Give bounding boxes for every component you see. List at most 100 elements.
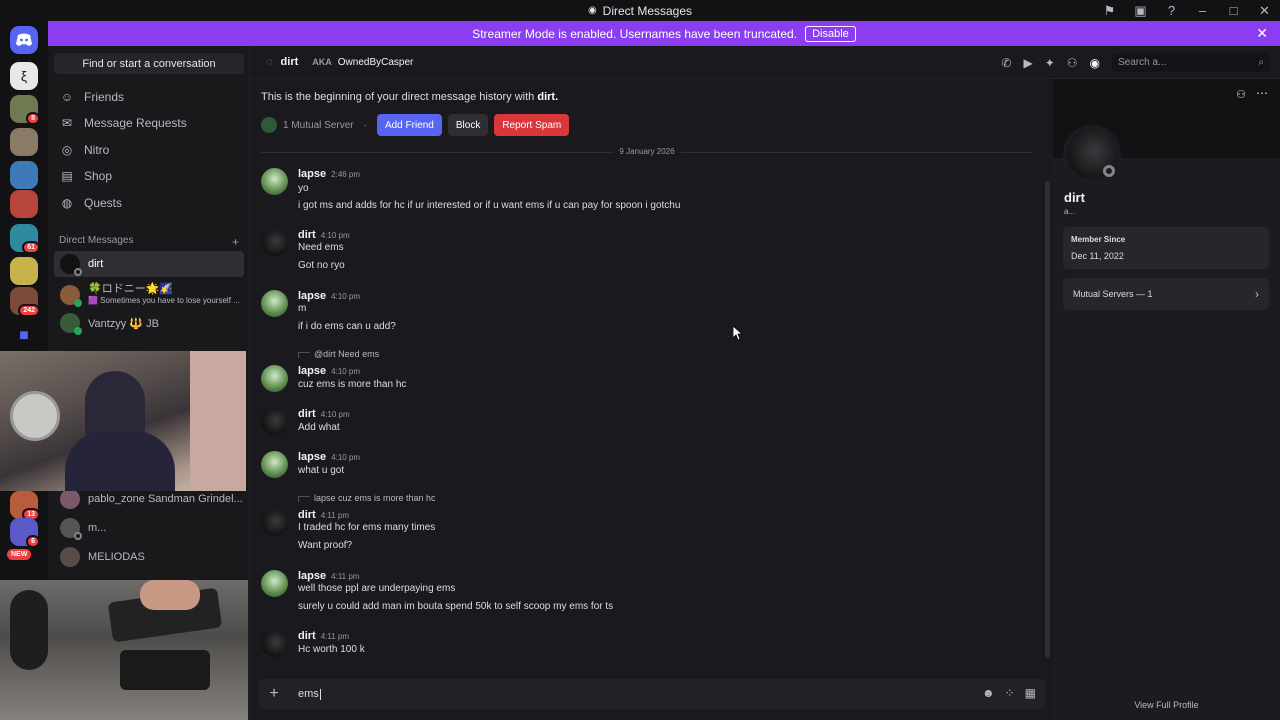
message-author[interactable]: lapse — [298, 451, 326, 463]
dm-item[interactable]: Vantzyy 🔱 JB — [54, 310, 244, 336]
avatar — [60, 489, 80, 509]
server-icon[interactable] — [10, 257, 38, 285]
close-window-button[interactable]: ✕ — [1249, 3, 1280, 19]
avatar[interactable] — [261, 168, 288, 195]
avatar — [60, 547, 80, 567]
mention-badge: 6 — [26, 535, 40, 548]
message-author[interactable]: lapse — [298, 365, 326, 377]
nav-item-quests[interactable]: ◍ Quests — [54, 190, 244, 216]
folder-icon[interactable]: ■ — [10, 322, 38, 350]
nav-label: Message Requests — [84, 116, 187, 130]
server-icon[interactable] — [10, 190, 38, 218]
message-content: Add what — [298, 422, 340, 433]
mail-icon: ✉ — [61, 116, 73, 130]
server-icon[interactable] — [10, 128, 38, 156]
dm-item[interactable]: 🍀ロドニー🌟🌠 🟪 Sometimes you have to lose you… — [54, 281, 244, 309]
message-input[interactable]: ems — [298, 688, 321, 700]
more-options-icon[interactable]: ⋯ — [1256, 86, 1268, 100]
video-call-icon[interactable]: ▶ — [1023, 56, 1032, 70]
mutual-server-icon — [261, 117, 277, 133]
mutual-server-count[interactable]: 1 Mutual Server — [283, 120, 354, 131]
reply-reference[interactable]: lapse cuz ems is more than hc — [298, 493, 436, 503]
message-content: Got no ryo — [298, 260, 345, 271]
emoji-icon[interactable]: ☻ — [982, 686, 995, 700]
server-icon[interactable]: 8 — [10, 95, 40, 125]
avatar[interactable] — [261, 509, 288, 536]
dm-name: MELIODAS — [88, 551, 145, 563]
server-icon[interactable]: 13 — [10, 491, 40, 521]
dm-item-dirt[interactable]: dirt — [54, 251, 244, 277]
intro-actions: 1 Mutual Server · Add Friend Block Repor… — [261, 114, 570, 136]
user-profile-icon[interactable]: ◉ — [1090, 56, 1100, 70]
profile-avatar[interactable] — [1063, 125, 1121, 183]
block-button[interactable]: Block — [447, 114, 489, 136]
date-divider: 9 January 2026 — [261, 147, 1033, 156]
message-content: yo — [298, 183, 309, 194]
server-icon[interactable]: 61 — [10, 224, 40, 254]
message-content: Want proof? — [298, 540, 353, 551]
server-icon[interactable]: 6 — [10, 518, 40, 548]
add-friends-to-dm-icon[interactable]: ⚇ — [1067, 56, 1078, 70]
close-icon[interactable]: ✕ — [1256, 25, 1268, 42]
reply-reference[interactable]: @dirt Need ems — [298, 349, 379, 359]
avatar[interactable] — [261, 630, 288, 657]
dm-item[interactable]: MELIODAS — [54, 544, 244, 570]
search-input[interactable]: Search a... ⌕ — [1112, 53, 1270, 72]
nav-item-message-requests[interactable]: ✉ Message Requests — [54, 110, 244, 136]
help-icon[interactable]: ? — [1156, 3, 1187, 18]
view-full-profile-link[interactable]: View Full Profile — [1053, 700, 1280, 710]
apps-icon[interactable]: ⁘ — [1005, 686, 1015, 700]
message-timestamp: 4:11 pm — [320, 511, 350, 520]
dm-item[interactable]: m... — [54, 515, 244, 541]
friends-icon: ☺ — [60, 90, 74, 104]
gift-icon[interactable]: ▦ — [1025, 686, 1036, 700]
chat-scrollbar[interactable] — [1045, 181, 1050, 658]
server-icon[interactable]: ξ — [10, 62, 38, 90]
add-dm-icon[interactable]: + — [232, 235, 239, 249]
nav-item-shop[interactable]: ▤ Shop — [54, 163, 244, 189]
inbox-icon[interactable]: ▣ — [1125, 3, 1156, 19]
find-conversation-button[interactable]: Find or start a conversation — [54, 53, 244, 74]
avatar[interactable] — [261, 408, 288, 435]
nav-label: Shop — [84, 169, 113, 183]
member-since-label: Member Since — [1071, 235, 1126, 244]
webcam-overlay — [0, 351, 246, 491]
chat-area: This is the beginning of your direct mes… — [250, 80, 1047, 672]
voice-call-icon[interactable]: ✆ — [1001, 56, 1011, 70]
streamer-mode-banner: Streamer Mode is enabled. Usernames have… — [48, 21, 1280, 46]
nav-item-nitro[interactable]: ◎ Nitro — [54, 137, 244, 163]
server-icon[interactable] — [10, 161, 38, 189]
attach-plus-icon[interactable]: + — [258, 685, 290, 703]
minimize-button[interactable]: – — [1187, 3, 1218, 18]
message-author[interactable]: dirt — [298, 509, 316, 521]
status-indicator — [1103, 165, 1115, 177]
add-friend-button[interactable]: Add Friend — [376, 114, 442, 136]
mutual-servers-card[interactable]: Mutual Servers — 1 › — [1063, 278, 1269, 310]
nav-item-friends[interactable]: ☺ Friends — [54, 84, 244, 110]
message-author[interactable]: dirt — [298, 630, 316, 642]
avatar[interactable] — [261, 365, 288, 392]
avatar[interactable] — [261, 229, 288, 256]
avatar[interactable] — [261, 290, 288, 317]
message-timestamp: 4:10 pm — [331, 292, 361, 301]
discord-home-icon[interactable] — [10, 26, 38, 54]
pin-icon[interactable]: ✦ — [1045, 56, 1055, 70]
message-author[interactable]: lapse — [298, 168, 326, 180]
window-title: Direct Messages — [602, 3, 693, 18]
message-author[interactable]: lapse — [298, 290, 326, 302]
member-since-card: Member Since Dec 11, 2022 — [1063, 227, 1269, 269]
message-author[interactable]: dirt — [298, 229, 316, 241]
message-author[interactable]: dirt — [298, 408, 316, 420]
add-friend-icon[interactable]: ⚇ — [1236, 88, 1246, 101]
message-timestamp: 4:10 pm — [320, 231, 350, 240]
avatar[interactable] — [261, 451, 288, 478]
dm-name: dirt — [88, 258, 104, 270]
disable-streamer-button[interactable]: Disable — [805, 25, 856, 42]
report-spam-button[interactable]: Report Spam — [494, 114, 570, 136]
server-icon[interactable]: 242 — [10, 287, 40, 317]
inbox-flag-icon[interactable]: ⚑ — [1094, 3, 1125, 19]
maximize-button[interactable]: □ — [1218, 3, 1249, 18]
message-author[interactable]: lapse — [298, 570, 326, 582]
avatar[interactable] — [261, 570, 288, 597]
message-composer[interactable]: + ems ☻ ⁘ ▦ — [258, 679, 1046, 709]
